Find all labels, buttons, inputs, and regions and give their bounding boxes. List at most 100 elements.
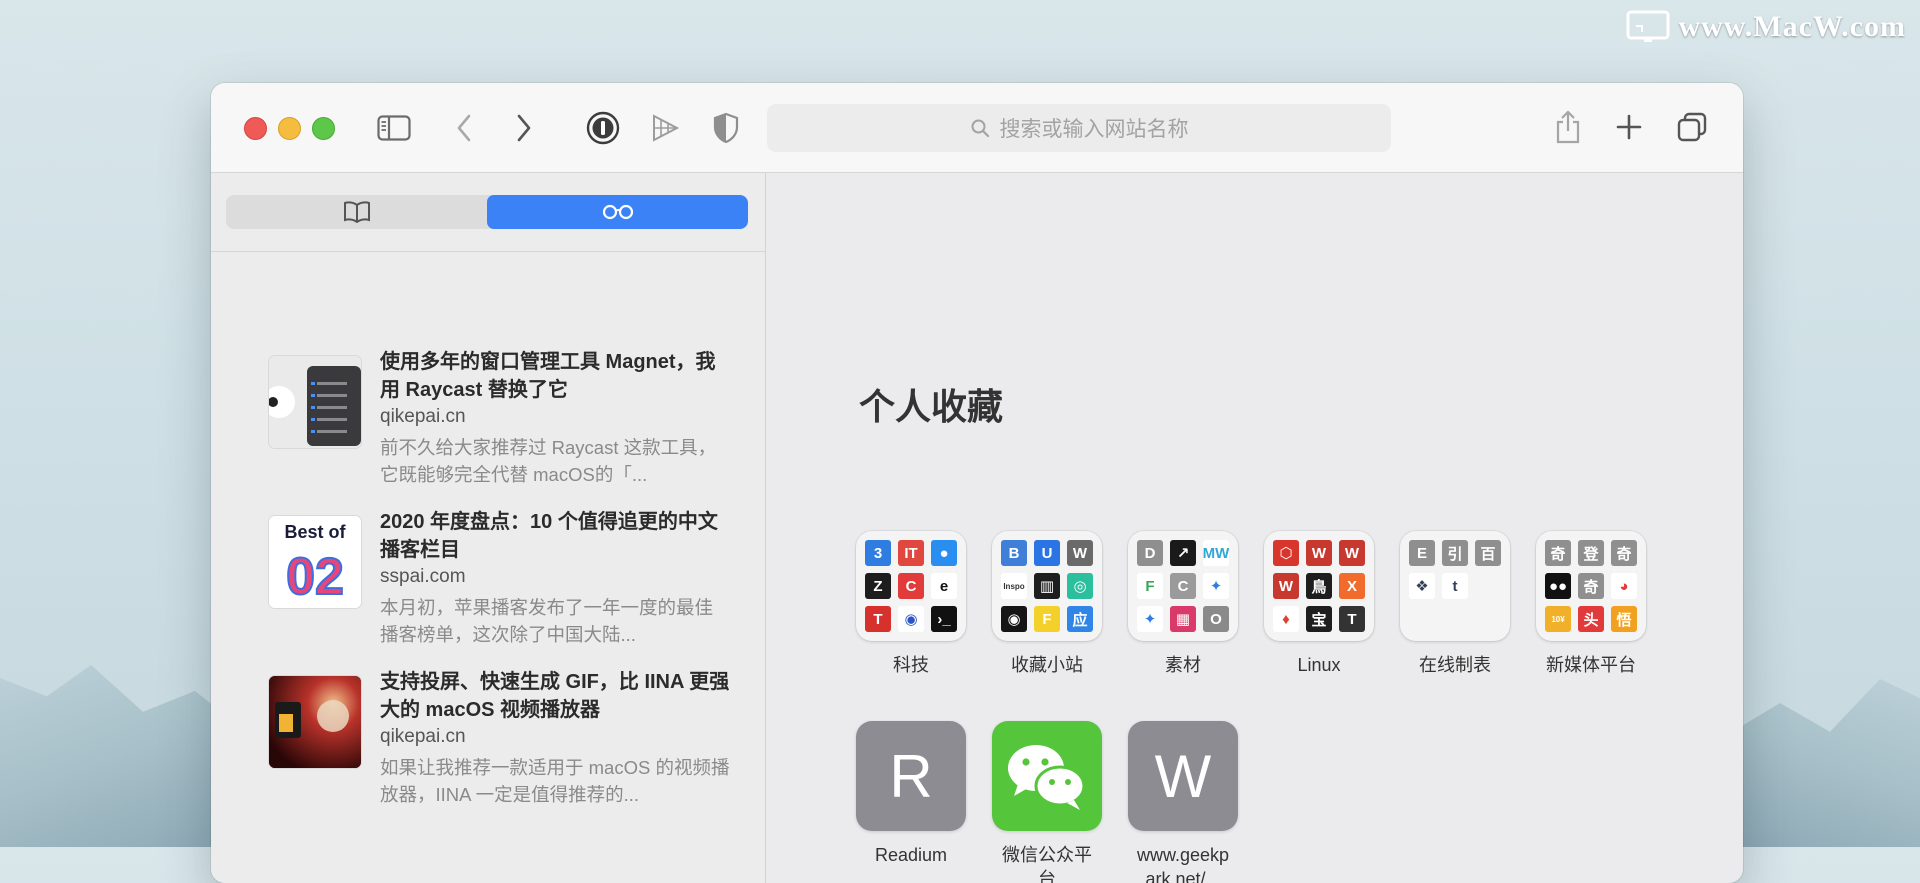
site-favicon-icon: C [898, 573, 924, 599]
reading-list-item[interactable]: 支持投屏、快速生成 GIF，比 IINA 更强大的 macOS 视频播放器 qi… [257, 668, 730, 808]
article-title: 支持投屏、快速生成 GIF，比 IINA 更强大的 macOS 视频播放器 [380, 671, 730, 721]
site-favicon-icon: 应 [1067, 606, 1093, 632]
chevron-left-icon [457, 114, 471, 142]
site-favicon-icon: e [931, 573, 957, 599]
folder-tile: 奇登奇 ●● 奇 ◕ 10¥ 头悟 [1536, 531, 1646, 641]
favorite-folder[interactable]: 奇登奇 ●● 奇 ◕ 10¥ 头悟新媒体平台 [1523, 531, 1659, 677]
article-excerpt: 如果让我推荐一款适用于 macOS 的视频播放器，IINA 一定是值得推荐的..… [380, 757, 730, 805]
plus-icon [1616, 114, 1642, 140]
favorite-label: 素材 [1165, 655, 1201, 675]
glasses-icon [602, 204, 633, 220]
site-favicon-icon: ▥ [1034, 573, 1060, 599]
folder-tile: 3 IT ● Z Ce T ◉ ›_ [856, 531, 966, 641]
favorite-site-geekpark[interactable]: W www.geekpark.net/... [1115, 721, 1251, 883]
article-domain: sspai.com [380, 566, 466, 587]
site-favicon-icon: T [1339, 606, 1365, 632]
address-bar[interactable]: 搜索或输入网站名称 [767, 104, 1391, 152]
article-title: 使用多年的窗口管理工具 Magnet，我用 Raycast 替换了它 [380, 351, 716, 401]
site-favicon-icon: 登 [1578, 540, 1604, 566]
shield-icon [713, 112, 739, 144]
share-button[interactable] [1551, 107, 1585, 147]
site-favicon-icon: B [1001, 540, 1027, 566]
back-button[interactable] [449, 111, 479, 145]
close-window-button[interactable] [244, 117, 267, 140]
site-letter-tile: W [1128, 721, 1238, 831]
favorite-folder[interactable]: B U W Inspo ▥ ◎ ◉ F 应收藏小站 [979, 531, 1115, 677]
site-favicon-icon: ● [931, 540, 957, 566]
site-favicon-icon [1475, 606, 1501, 632]
folder-tile: ⬡ W W W 鳥 X ♦ 宝 T [1264, 531, 1374, 641]
favorite-site-readium[interactable]: R Readium [843, 721, 979, 867]
site-favicon-icon: 鳥 [1306, 573, 1332, 599]
watermark-text: www.MacW.com [1678, 10, 1906, 43]
article-thumbnail [269, 356, 361, 448]
site-favicon-icon: 宝 [1306, 606, 1332, 632]
site-favicon-icon: ✦ [1137, 606, 1163, 632]
site-favicon-icon: D [1137, 540, 1163, 566]
favorite-folder[interactable]: D ↗ MW F C ✦ ✦ ▦ O 素材 [1115, 531, 1251, 677]
site-favicon-icon: 头 [1578, 606, 1604, 632]
site-favicon-icon: 引 [1442, 540, 1468, 566]
sidebar-icon [377, 115, 411, 141]
thumb-big-number: 02 [286, 548, 344, 606]
app-screenshot-thumbnail [269, 356, 361, 448]
site-favicon-icon: W [1306, 540, 1332, 566]
site-favicon-icon: t [1442, 573, 1468, 599]
watermark: www.MacW.com [1626, 10, 1906, 44]
sidebar-toggle-button[interactable] [376, 113, 412, 143]
article-thumbnail [269, 676, 361, 768]
sidebar-divider [211, 251, 765, 252]
best-of-thumbnail: Best of 02 [269, 516, 361, 608]
zoom-window-button[interactable] [312, 117, 335, 140]
favorite-site-wechat[interactable]: 微信公众平台 [979, 721, 1115, 883]
site-favicon-icon [1442, 606, 1468, 632]
site-favicon-icon: ◎ [1067, 573, 1093, 599]
folder-tile: D ↗ MW F C ✦ ✦ ▦ O [1128, 531, 1238, 641]
tab-overview-button[interactable] [1675, 110, 1709, 144]
site-favicon-icon: X [1339, 573, 1365, 599]
extension-button[interactable] [647, 110, 683, 146]
privacy-report-button[interactable] [709, 110, 743, 146]
tab-reading-list[interactable] [487, 195, 748, 229]
site-favicon-icon [1409, 606, 1435, 632]
site-favicon-icon: ♦ [1273, 606, 1299, 632]
site-favicon-icon: ◉ [898, 606, 924, 632]
wechat-icon [1008, 745, 1086, 810]
tabs-overview-icon [1677, 112, 1707, 142]
site-favicon-icon: C [1170, 573, 1196, 599]
minimize-window-button[interactable] [278, 117, 301, 140]
site-letter-tile: R [856, 721, 966, 831]
site-favicon-icon: 奇 [1611, 540, 1637, 566]
site-favicon-icon: W [1273, 573, 1299, 599]
favorite-folder[interactable]: ⬡ W W W 鳥 X ♦ 宝 T Linux [1251, 531, 1387, 677]
site-favicon-icon: T [865, 606, 891, 632]
article-domain: qikepai.cn [380, 726, 466, 747]
password-extension-button[interactable] [584, 109, 622, 147]
site-favicon-icon: IT [898, 540, 924, 566]
favorite-folder[interactable]: E 引百 ❖ t 在线制表 [1387, 531, 1523, 677]
article-domain: qikepai.cn [380, 406, 466, 427]
site-favicon-icon: ◕ [1611, 573, 1637, 599]
tab-bookmarks[interactable] [226, 195, 487, 229]
site-favicon-icon: 奇 [1578, 573, 1604, 599]
site-favicon-icon: 奇 [1545, 540, 1571, 566]
article-title: 2020 年度盘点：10 个值得追更的中文播客栏目 [380, 511, 718, 561]
site-favicon-icon: ↗ [1170, 540, 1196, 566]
onepassword-icon [586, 111, 620, 145]
favorite-label: Linux [1297, 655, 1341, 675]
site-favicon-icon: ●● [1545, 573, 1571, 599]
site-favicon-icon: W [1067, 540, 1093, 566]
site-favicon-icon: ❖ [1409, 573, 1435, 599]
forward-button[interactable] [509, 111, 539, 145]
favorite-folder[interactable]: 3 IT ● Z Ce T ◉ ›_ 科技 [843, 531, 979, 677]
reading-list-item[interactable]: Best of 02 2020 年度盘点：10 个值得追更的中文播客栏目 ssp… [257, 508, 727, 648]
site-favicon-icon: E [1409, 540, 1435, 566]
background-mountain-right [1720, 679, 1920, 847]
favorite-label: 微信公众平台 [1002, 845, 1092, 883]
wechat-tile [992, 721, 1102, 831]
reading-list-item[interactable]: 使用多年的窗口管理工具 Magnet，我用 Raycast 替换了它 qikep… [257, 348, 727, 488]
video-player-thumbnail [269, 676, 361, 768]
article-excerpt: 前不久给大家推荐过 Raycast 这款工具，它既能够完全代替 macOS的「.… [380, 437, 717, 485]
prism-icon [653, 114, 680, 142]
new-tab-button[interactable] [1613, 111, 1645, 143]
